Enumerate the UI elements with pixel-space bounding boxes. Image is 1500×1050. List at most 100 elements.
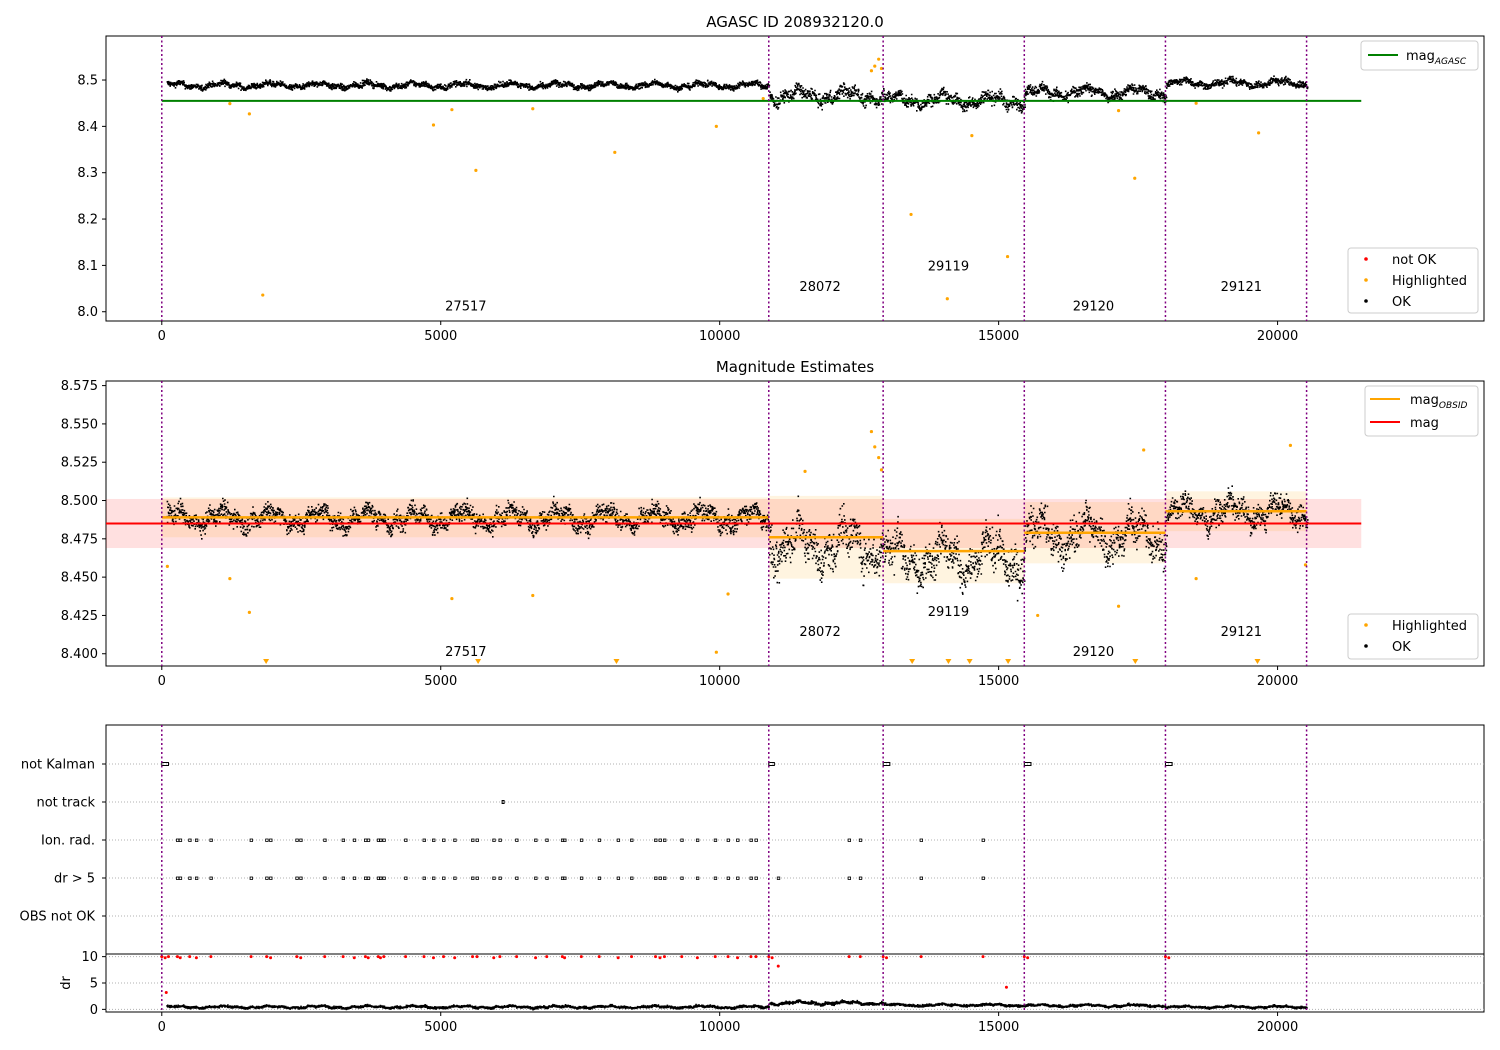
panel4-y-tick-label: 5 bbox=[90, 977, 98, 992]
panel3-flag-mark bbox=[366, 876, 371, 880]
panel4-not-ok-point bbox=[209, 955, 213, 959]
panel3-flag-mark bbox=[858, 838, 863, 842]
panel4-not-ok-point bbox=[534, 956, 538, 960]
panel4-not-ok-point bbox=[1167, 956, 1171, 960]
panel4-not-ok-point bbox=[776, 964, 780, 968]
panel3-flag-mark bbox=[563, 838, 567, 842]
panel4-not-ok-point bbox=[163, 956, 167, 960]
panel3-flag-mark bbox=[265, 838, 269, 842]
panel3-flag-mark bbox=[323, 838, 327, 842]
panel3-flag-mark bbox=[515, 838, 519, 842]
panel2-y-tick-label: 8.425 bbox=[61, 609, 98, 624]
panel4-not-ok-point bbox=[404, 955, 408, 959]
panel4-not-ok-point bbox=[492, 956, 496, 960]
panel4-not-ok-point bbox=[188, 955, 192, 959]
panel3-axes: not Kalman not track Ion. rad. dr > 5 OBS no… bbox=[20, 758, 106, 925]
panel3-flag-mark bbox=[726, 838, 730, 842]
panel2-highlighted-point bbox=[879, 468, 884, 472]
panel1-plot-area: 27517 28072 29119 29120 29121 bbox=[161, 36, 1362, 321]
panel2-highlighted-point bbox=[1288, 443, 1293, 447]
panel1-line-legend: magAGASC bbox=[1360, 40, 1479, 71]
panel1-obsid-label: 29120 bbox=[1073, 300, 1114, 315]
panel2-offscale-marker bbox=[945, 659, 952, 664]
panel-flags: not Kalman not track Ion. rad. dr > 5 OBS no… bbox=[20, 724, 1485, 955]
panel1-x-tick-label: 0 bbox=[158, 329, 166, 344]
panel1-highlighted-point bbox=[474, 168, 478, 172]
panel3-category-label: not track bbox=[36, 796, 95, 811]
legend-mag-label: mag bbox=[1410, 416, 1439, 431]
panel3-flag-mark bbox=[981, 876, 985, 880]
panel3-flag-mark bbox=[364, 838, 368, 842]
legend-highlighted-marker bbox=[1364, 278, 1368, 282]
panel3-flag-mark bbox=[475, 876, 479, 880]
panel2-plot-area: 27517 28072 29119 29120 29121 bbox=[106, 381, 1362, 666]
panel2-x-tick-label: 0 bbox=[158, 674, 166, 689]
panel3-flag-mark bbox=[515, 876, 519, 880]
panel1-obsid-label: 29119 bbox=[928, 259, 969, 274]
panel4-not-ok-point bbox=[475, 955, 479, 959]
panel4-not-ok-point bbox=[695, 956, 699, 960]
panel4-not-ok-point bbox=[249, 955, 253, 959]
panel2-offscale-marker bbox=[263, 659, 270, 664]
panel3-flag-mark bbox=[475, 838, 479, 842]
panel1-highlighted-point bbox=[450, 108, 454, 112]
panel2-offscale-marker bbox=[1254, 659, 1261, 664]
panel4-not-ok-point bbox=[563, 956, 567, 960]
panel2-obsid-label: 28072 bbox=[799, 625, 840, 640]
panel1-y-tick-label: 8.5 bbox=[77, 74, 98, 89]
panel4-not-ok-point bbox=[442, 955, 446, 959]
panel4-not-ok-point bbox=[515, 955, 519, 959]
legend-ok-marker bbox=[1364, 299, 1368, 303]
panel3-flag-mark bbox=[188, 838, 192, 842]
panel3-flag-mark bbox=[981, 838, 985, 842]
panel3-flag-mark bbox=[323, 876, 327, 880]
panel2-offscale-marker bbox=[613, 659, 620, 664]
panel4-not-ok-point bbox=[726, 955, 730, 959]
panel3-flag-mark bbox=[404, 876, 408, 880]
panel2-x-tick-label: 5000 bbox=[424, 674, 457, 689]
panel3-flag-mark bbox=[736, 876, 740, 880]
panel3-category-label: Ion. rad. bbox=[41, 834, 95, 849]
legend-ok-marker bbox=[1364, 644, 1368, 648]
panel1-marker-legend: not OK Highlighted OK bbox=[1347, 247, 1479, 314]
panel4-x-tick-label: 0 bbox=[158, 1020, 166, 1035]
panel2-obsid-label: 29121 bbox=[1221, 625, 1262, 640]
panel2-highlighted-point bbox=[165, 564, 169, 569]
panel4-not-ok-point bbox=[323, 955, 327, 959]
panel2-y-tick-label: 8.575 bbox=[61, 379, 98, 394]
panel4-not-ok-point bbox=[178, 956, 182, 960]
panel2-highlighted-point bbox=[714, 650, 718, 654]
panel3-flag-mark bbox=[658, 876, 662, 880]
panel1-highlighted-point bbox=[877, 57, 881, 61]
panel4-not-ok-point bbox=[363, 955, 367, 959]
panel3-flag-mark bbox=[736, 838, 740, 842]
panel4-not-ok-point bbox=[431, 956, 435, 960]
panel1-obsid-label: 27517 bbox=[445, 300, 486, 315]
panel4-not-ok-point bbox=[616, 956, 620, 960]
panel3-flag-mark bbox=[579, 838, 584, 842]
legend-not-ok-marker bbox=[1364, 257, 1368, 261]
panel2-obsid-label: 27517 bbox=[445, 645, 486, 660]
panel2-line-legend: magOBSID mag bbox=[1364, 385, 1479, 437]
panel1-highlighted-point bbox=[945, 297, 949, 301]
panel3-flag-mark bbox=[176, 838, 180, 842]
panel2-highlighted-point bbox=[531, 593, 535, 598]
panel1-highlighted-point bbox=[531, 107, 535, 111]
panel2-highlighted-point bbox=[1142, 448, 1146, 452]
panel3-flag-mark bbox=[442, 838, 446, 842]
panel3-flag-mark bbox=[382, 838, 386, 842]
panel3-flag-mark bbox=[379, 838, 383, 842]
panel3-flag-mark bbox=[352, 876, 357, 880]
panel3-flag-mark bbox=[597, 838, 602, 842]
panel3-flag-mark bbox=[379, 876, 383, 880]
panel1-obsid-label: 29121 bbox=[1221, 280, 1262, 295]
figure: AGASC ID 208932120.0 27517 28072 29119 2912… bbox=[20, 13, 1485, 1035]
panel3-flag-mark bbox=[563, 876, 567, 880]
panel4-not-ok-point bbox=[770, 956, 774, 960]
legend-highlighted-label: Highlighted bbox=[1392, 619, 1467, 634]
panel2-highlighted-point bbox=[450, 596, 454, 601]
panel2-x-tick-label: 15000 bbox=[978, 674, 1019, 689]
panel4-not-ok-point bbox=[382, 955, 386, 959]
panel4-axes: 0 5000 10000 15000 20000 0 5 10 bbox=[81, 950, 1298, 1035]
panel1-ok-points bbox=[166, 75, 1309, 114]
